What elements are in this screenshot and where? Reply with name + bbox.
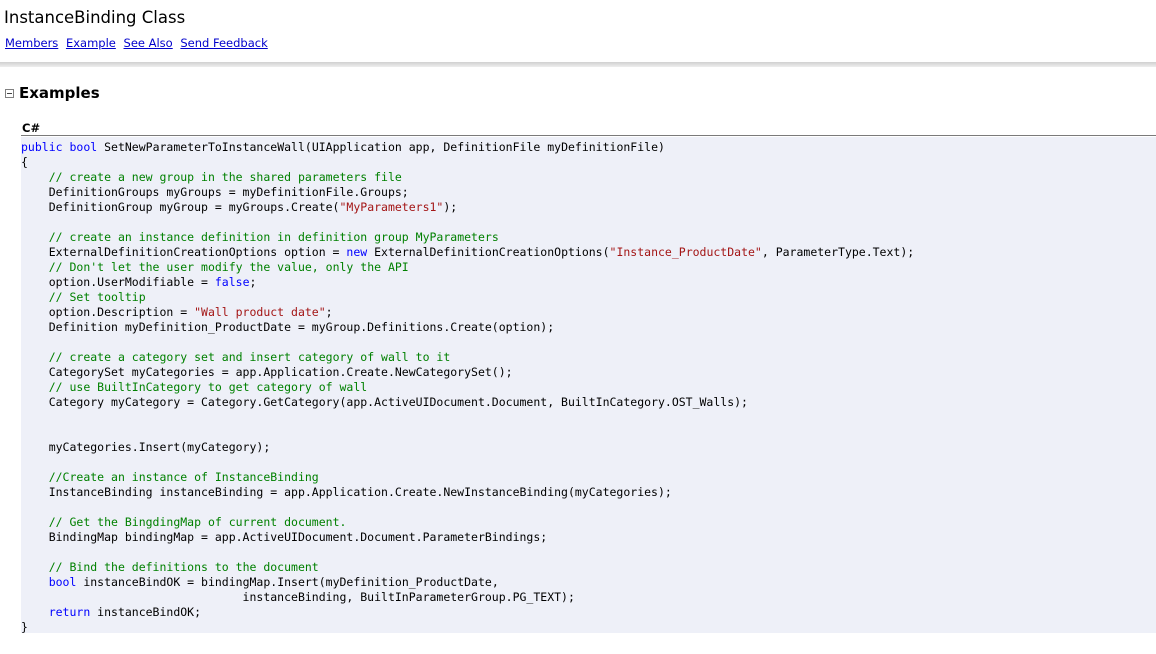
code-token: // create an instance definition in defi… — [48, 230, 499, 244]
code-token: ; — [325, 305, 333, 319]
code-token: instanceBindOK; — [90, 605, 202, 619]
code-line: return instanceBindOK; — [21, 605, 914, 620]
code-token: Category myCategory = Category.GetCatego… — [21, 395, 748, 409]
header-divider — [0, 62, 1156, 67]
code-block: public bool SetNewParameterToInstanceWal… — [21, 140, 914, 635]
code-token: bool — [48, 575, 77, 589]
code-token: // create a new group in the shared para… — [48, 170, 402, 184]
code-token: myCategories.Insert(myCategory); — [21, 440, 271, 454]
code-token: ExternalDefinitionCreationOptions option… — [21, 245, 347, 259]
code-line: CategorySet myCategories = app.Applicati… — [21, 365, 914, 380]
code-token: "Wall product date" — [194, 305, 326, 319]
nav-links: Members Example See Also Send Feedback — [5, 36, 272, 50]
code-token: option.Description = — [21, 305, 195, 319]
code-token: public — [21, 140, 63, 154]
code-token: "MyParameters1" — [339, 200, 444, 214]
code-token: instanceBinding, BuiltInParameterGroup.P… — [21, 590, 575, 604]
code-line: // Set tooltip — [21, 290, 914, 305]
code-line: Definition myDefinition_ProductDate = my… — [21, 320, 914, 335]
code-token: { — [21, 155, 28, 169]
nav-link-example[interactable]: Example — [66, 36, 116, 50]
code-line: // create a category set and insert cate… — [21, 350, 914, 365]
section-title: Examples — [19, 84, 100, 102]
code-line: // create an instance definition in defi… — [21, 230, 914, 245]
code-token: return — [48, 605, 91, 619]
nav-link-see-also[interactable]: See Also — [124, 36, 173, 50]
code-token: instanceBindOK = bindingMap.Insert(myDef… — [76, 575, 499, 589]
code-token: } — [21, 620, 28, 634]
nav-link-send-feedback[interactable]: Send Feedback — [180, 36, 267, 50]
code-token: // Get the BingdingMap of current docume… — [48, 515, 347, 529]
code-line: // Get the BingdingMap of current docume… — [21, 515, 914, 530]
code-token: //Create an instance of InstanceBinding — [48, 470, 319, 484]
examples-section-header[interactable]: Examples — [5, 84, 100, 102]
code-token: new — [346, 245, 368, 259]
code-language-rule — [21, 135, 1156, 136]
code-language-label: C# — [22, 121, 41, 135]
page-title: InstanceBinding Class — [4, 8, 186, 27]
code-line: Category myCategory = Category.GetCatego… — [21, 395, 914, 410]
code-line: myCategories.Insert(myCategory); — [21, 440, 914, 455]
code-line: option.UserModifiable = false; — [21, 275, 914, 290]
code-line: // Don't let the user modify the value, … — [21, 260, 914, 275]
code-token: "Instance_ProductDate" — [609, 245, 762, 259]
code-line: instanceBinding, BuiltInParameterGroup.P… — [21, 590, 914, 605]
code-token: bool — [69, 140, 98, 154]
code-token: InstanceBinding instanceBinding = app.Ap… — [21, 485, 672, 499]
code-token: , ParameterType.Text); — [761, 245, 915, 259]
code-token: // Bind the definitions to the document — [48, 560, 319, 574]
code-line: option.Description = "Wall product date"… — [21, 305, 914, 320]
code-line: ExternalDefinitionCreationOptions option… — [21, 245, 915, 260]
code-line: DefinitionGroup myGroup = myGroups.Creat… — [21, 200, 914, 215]
code-token: // create a category set and insert cate… — [48, 350, 451, 364]
code-line: BindingMap bindingMap = app.ActiveUIDocu… — [21, 530, 914, 545]
code-line: // Bind the definitions to the document — [21, 560, 914, 575]
code-line: // create a new group in the shared para… — [21, 170, 914, 185]
code-line: //Create an instance of InstanceBinding — [21, 470, 914, 485]
code-token: // use BuiltInCategory to get category o… — [48, 380, 368, 394]
code-line: { — [21, 155, 914, 170]
code-token: CategorySet myCategories = app.Applicati… — [21, 365, 513, 379]
code-token: BindingMap bindingMap = app.ActiveUIDocu… — [21, 530, 548, 544]
code-line: DefinitionGroups myGroups = myDefinition… — [21, 185, 914, 200]
code-token: ); — [443, 200, 458, 214]
code-token: // Don't let the user modify the value, … — [48, 260, 409, 274]
code-line: } — [21, 620, 914, 635]
code-line: // use BuiltInCategory to get category o… — [21, 380, 914, 395]
code-token: DefinitionGroups myGroups = myDefinition… — [21, 185, 409, 199]
collapse-icon[interactable] — [5, 88, 14, 98]
page-header: InstanceBinding Class Members Example Se… — [0, 0, 1156, 64]
code-token: Definition myDefinition_ProductDate = my… — [21, 320, 555, 334]
code-token: option.UserModifiable = — [21, 275, 215, 289]
code-token: ; — [249, 275, 257, 289]
code-line: InstanceBinding instanceBinding = app.Ap… — [21, 485, 914, 500]
code-line: bool instanceBindOK = bindingMap.Insert(… — [21, 575, 914, 590]
code-token: DefinitionGroup myGroup = myGroups.Creat… — [21, 200, 340, 214]
code-token: false — [214, 275, 250, 289]
code-token: // Set tooltip — [48, 290, 146, 304]
code-line: public bool SetNewParameterToInstanceWal… — [21, 140, 914, 155]
code-token: SetNewParameterToInstanceWall(UIApplicat… — [97, 140, 665, 154]
code-token: ExternalDefinitionCreationOptions( — [367, 245, 610, 259]
nav-link-members[interactable]: Members — [5, 36, 58, 50]
